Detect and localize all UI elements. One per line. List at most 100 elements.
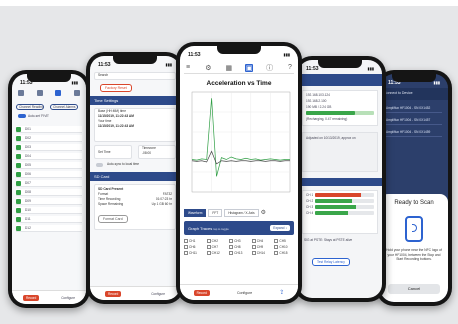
- gear-icon[interactable]: ⚙: [204, 64, 212, 72]
- status-icon: [16, 135, 21, 141]
- device-row[interactable]: Ampliflux HF1004 - SN 0X1457: [386, 118, 442, 125]
- auto-set-toggle[interactable]: [18, 114, 26, 118]
- cancel-button[interactable]: Cancel: [388, 284, 440, 294]
- sd-line: Space Remaining Up 1 GB 60 hr: [95, 202, 175, 207]
- checkbox-icon: [206, 239, 211, 243]
- table-row[interactable]: D06: [16, 171, 82, 178]
- menu-icon[interactable]: [18, 90, 24, 96]
- help-icon[interactable]: ?: [286, 64, 294, 72]
- record-button[interactable]: Record: [22, 294, 40, 301]
- table-row[interactable]: D11: [16, 216, 82, 223]
- channel-checkbox[interactable]: CH9: [251, 245, 272, 249]
- header-bar: [298, 74, 382, 86]
- channel-list: D01 D02 D03 D04 D05 D06 D07 D08 D09 D10 D11 D12: [12, 124, 86, 234]
- share-icon[interactable]: ⇪: [279, 289, 284, 296]
- record-button[interactable]: Record: [104, 290, 122, 297]
- factory-reset-button[interactable]: Factory Reset: [100, 84, 132, 92]
- chart-title: Acceleration vs Time: [206, 80, 272, 87]
- channel-checkbox[interactable]: CH8: [229, 245, 249, 249]
- table-row[interactable]: D07: [16, 180, 82, 187]
- network-block: 192.168.103.124 192.168.2.100 190 MB / 2…: [302, 90, 378, 126]
- info-icon[interactable]: ⓘ: [266, 64, 274, 72]
- status-icon: [16, 153, 21, 159]
- table-row[interactable]: D12: [16, 225, 82, 232]
- device-label: Ampliflux HF1004 - SN 0X1459: [386, 130, 431, 134]
- channel-checkbox[interactable]: CH14: [251, 251, 272, 255]
- row-label: D03: [25, 145, 31, 149]
- channel-checkbox[interactable]: CH4: [251, 239, 272, 243]
- graph-traces-panel: Graph Traces tap to toggle Expand ↕: [184, 221, 294, 235]
- channel-checkbox[interactable]: CH13: [229, 251, 249, 255]
- auto-sync-toggle[interactable]: [96, 163, 103, 167]
- chart-icon[interactable]: [55, 90, 62, 96]
- meter-track: [315, 211, 374, 215]
- tab-histogram[interactable]: Histogram / X-Axis: [224, 208, 259, 217]
- tab-fft[interactable]: FFT: [208, 208, 223, 217]
- note-block: Adjusted on 10/13/2019, approx on: [302, 132, 378, 172]
- meter-track: [315, 199, 374, 203]
- checkbox-icon: [229, 245, 234, 249]
- expand-button[interactable]: Expand ↕: [270, 225, 290, 231]
- channel-checkbox[interactable]: CH6: [184, 245, 204, 249]
- timezone-select[interactable]: Timezone -08:00: [138, 145, 176, 159]
- table-row[interactable]: D08: [16, 189, 82, 196]
- view-tabs: Waveform FFT Histogram / X-Axis ⚙: [184, 208, 294, 217]
- battery-icon: ▮▮▮: [165, 62, 172, 67]
- meter-label: CH 4: [306, 211, 314, 215]
- set-time-button[interactable]: Set Time: [94, 145, 132, 159]
- nfc-phone-icon: [405, 216, 423, 242]
- checkbox-icon: [206, 251, 211, 255]
- checkbox-icon: [184, 245, 188, 249]
- table-row[interactable]: D03: [16, 144, 82, 151]
- format-card-button[interactable]: Format Card: [98, 215, 128, 223]
- gear-icon[interactable]: ⚙: [261, 209, 266, 216]
- phone-channel-list: 11:53 ▮▮▮ Channel Readings Channel Alarm…: [8, 70, 90, 308]
- checkbox-icon: [206, 245, 211, 249]
- channel-checkbox[interactable]: CH3: [229, 239, 249, 243]
- checkbox-icon: [184, 239, 188, 243]
- channel-checkbox[interactable]: CH7: [206, 245, 227, 249]
- list-icon[interactable]: [73, 90, 80, 96]
- channel-checkbox[interactable]: CH15: [274, 251, 294, 255]
- signal-note: SIG at PSTE: Stays at PSTE alive: [304, 238, 353, 242]
- channel-checkbox[interactable]: CH10: [274, 245, 294, 249]
- tab-waveform[interactable]: Waveform: [184, 208, 207, 217]
- device-row[interactable]: Ampliflux HF1004 - SN 0X1452: [386, 106, 442, 113]
- grid-icon[interactable]: ▦: [225, 64, 233, 72]
- status-icon: [16, 216, 21, 222]
- checkbox-icon: [274, 245, 279, 249]
- tab-label: Channel Readings: [19, 105, 43, 109]
- channel-checkbox[interactable]: CH11: [184, 251, 204, 255]
- channel-checkbox[interactable]: CH5: [274, 239, 294, 243]
- acceleration-chart[interactable]: [184, 88, 294, 204]
- menu-icon[interactable]: ≡: [184, 64, 192, 72]
- channel-checkbox[interactable]: CH2: [206, 239, 227, 243]
- test-relay-button[interactable]: Test Relay Latency: [312, 258, 350, 266]
- channel-checkbox[interactable]: CH12: [206, 251, 227, 255]
- search-field[interactable]: Search: [94, 72, 176, 80]
- bottom-bar: Record Configure: [12, 290, 86, 304]
- calibration-note: Adjusted on 10/13/2019, approx on: [306, 136, 356, 140]
- channel-checkbox[interactable]: CH1: [184, 239, 204, 243]
- auto-sync-label: Auto-sync to local time: [107, 162, 140, 166]
- table-row[interactable]: D09: [16, 198, 82, 205]
- table-row[interactable]: D10: [16, 207, 82, 214]
- section-bar: [298, 178, 382, 186]
- chart-icon[interactable]: ▣: [245, 63, 254, 72]
- tab-channel-readings[interactable]: Channel Readings: [16, 104, 44, 110]
- table-row[interactable]: D04: [16, 153, 82, 160]
- settings-icon[interactable]: [36, 90, 43, 96]
- record-button[interactable]: Record: [193, 289, 210, 296]
- configure-link[interactable]: Configure: [237, 291, 252, 295]
- configure-link[interactable]: Configure: [61, 296, 75, 300]
- table-row[interactable]: D01: [16, 126, 82, 133]
- status-icon: [16, 144, 21, 150]
- tab-channel-alarms[interactable]: Channel Alarms: [50, 104, 78, 110]
- configure-link[interactable]: Configure: [151, 292, 165, 296]
- table-row[interactable]: D02: [16, 135, 82, 142]
- meter-fill: [315, 199, 352, 203]
- toggle-label: Auto-set 'FIVE': [28, 114, 50, 118]
- sd-value: Up 1 GB 60 hr: [151, 202, 172, 206]
- device-row[interactable]: Ampliflux HF1004 - SN 0X1459: [386, 130, 442, 137]
- table-row[interactable]: D05: [16, 162, 82, 169]
